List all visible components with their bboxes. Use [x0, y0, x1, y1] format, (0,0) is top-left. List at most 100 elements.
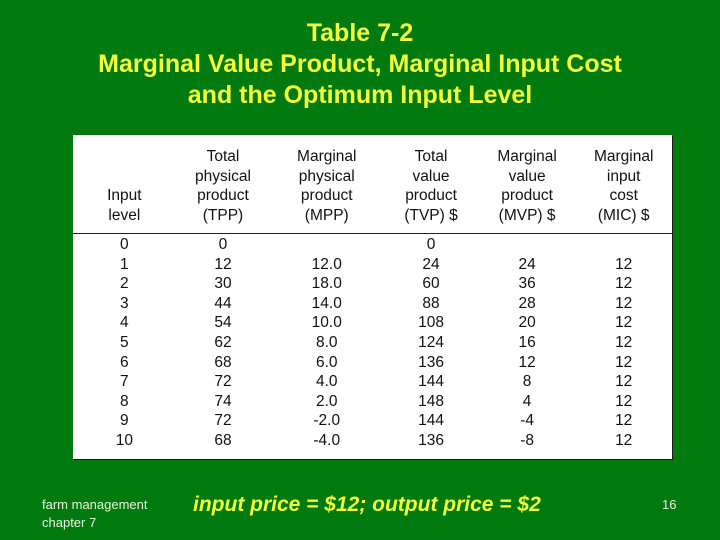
cell-tpp: 62: [214, 333, 232, 351]
cell-tvp: 136: [418, 353, 444, 371]
cell-mpp: [270, 234, 383, 255]
table-row: 6 68 6.0 136 12 12: [73, 353, 672, 373]
cell-mpp: 14.0: [311, 294, 342, 312]
table-row: 4 54 10.0 108 20 12: [73, 313, 672, 333]
table-row: 8 74 2.0 148 4 12: [73, 392, 672, 412]
cell-mpp: 8.0: [315, 333, 338, 351]
cell-mpp: 10.0: [311, 314, 342, 332]
cell-input-level: 2: [120, 275, 129, 293]
header-line: Total: [414, 148, 448, 165]
title-line-3: and the Optimum Input Level: [187, 81, 533, 109]
cell-tpp: 30: [214, 275, 232, 293]
footer-line-2: chapter 7: [42, 515, 97, 530]
header-line: product: [501, 187, 553, 204]
cell-tvp: 144: [418, 373, 444, 391]
cell-tvp: 88: [422, 294, 440, 312]
table-header: Input level Total physical product (TPP) Margi…: [73, 147, 672, 234]
header-line: product: [405, 187, 457, 204]
header-line: physical: [298, 167, 355, 185]
cell-tvp: 144: [418, 412, 444, 430]
header-line: level: [108, 206, 141, 224]
header-line: (TPP): [202, 206, 244, 224]
table-row: 9 72 -2.0 144 -4 12: [73, 411, 672, 431]
cell-input-level: 4: [120, 314, 129, 332]
cell-mvp: -4: [520, 412, 534, 430]
cell-mvp: -8: [520, 431, 534, 449]
header-line: input: [606, 167, 641, 185]
cell-mvp: 12: [518, 353, 536, 371]
cell-tvp: 136: [418, 431, 444, 449]
table-row: 5 62 8.0 124 16 12: [73, 333, 672, 353]
cell-mpp: 18.0: [311, 275, 342, 293]
cell-mic: 12: [615, 412, 633, 430]
cell-tvp: 60: [422, 275, 440, 293]
cell-tpp: 72: [214, 412, 232, 430]
cell-tpp: 54: [214, 314, 232, 332]
header-line: (MVP) $: [498, 206, 556, 224]
cell-input-level: 1: [120, 255, 129, 273]
cell-mvp: [479, 234, 576, 255]
cell-mvp: 8: [522, 373, 532, 391]
cell-tvp: 108: [418, 314, 444, 332]
cell-tpp: 12: [214, 255, 232, 273]
table-row: 3 44 14.0 88 28 12: [73, 294, 672, 314]
header-tpp: Total physical product (TPP): [175, 147, 271, 234]
header-line: product: [197, 187, 249, 204]
header-mvp: Marginal value product (MVP) $: [478, 147, 576, 234]
cell-mic: [575, 234, 672, 255]
header-line: (MPP): [304, 206, 349, 224]
cell-mpp: 6.0: [315, 353, 338, 371]
cell-mic: 12: [615, 333, 633, 351]
cell-tpp: 0: [218, 236, 228, 253]
table-row: 2 30 18.0 60 36 12: [73, 274, 672, 294]
header-line: physical: [194, 167, 251, 185]
header-line: [73, 167, 176, 187]
header-line: Marginal: [497, 148, 557, 165]
cell-tpp: 44: [214, 294, 232, 312]
cell-input-level: 6: [120, 353, 129, 371]
cell-tvp: 148: [418, 392, 444, 410]
header-line: Marginal: [297, 148, 357, 165]
cell-input-level: 9: [120, 412, 129, 430]
cell-tvp: 24: [422, 255, 440, 273]
cell-input-level: 3: [120, 294, 129, 312]
cell-mpp: -2.0: [313, 412, 341, 430]
table-row: 7 72 4.0 144 8 12: [73, 372, 672, 392]
cell-mic: 12: [615, 294, 633, 312]
header-row: Input level Total physical product (TPP) Margi…: [73, 147, 672, 234]
header-line: Input: [107, 187, 142, 204]
header-line: Total: [206, 148, 240, 165]
cell-mpp: -4.0: [313, 431, 341, 449]
header-mpp: Marginal physical product (MPP): [270, 147, 384, 234]
header-line: (MIC) $: [597, 206, 650, 224]
table-row: 10 68 -4.0 136 -8 12: [73, 431, 672, 451]
cell-mpp: 12.0: [311, 255, 342, 273]
title-line-2: Marginal Value Product, Marginal Input C…: [98, 50, 622, 78]
header-line: cost: [609, 187, 638, 204]
header-line: [73, 147, 176, 167]
header-line: Marginal: [593, 148, 654, 165]
header-line: value: [412, 167, 450, 185]
footer-course-label: farm management chapter 7: [42, 496, 148, 532]
table-panel: Input level Total physical product (TPP) Margi…: [73, 135, 672, 459]
cell-tpp: 68: [214, 431, 232, 449]
page-number: 16: [662, 497, 677, 512]
data-table: Input level Total physical product (TPP) Margi…: [73, 147, 672, 451]
table-body: 00 0 1 12 12.0 24 24 12 2 30 18.0 60 36 12 3 44 14.0 88…: [73, 234, 672, 451]
cell-mic: 12: [615, 314, 633, 332]
cell-mic: 12: [615, 275, 633, 293]
cell-mic: 12: [615, 373, 633, 391]
header-mic: Marginal input cost (MIC) $: [575, 147, 672, 234]
cell-input-level: 0: [120, 236, 129, 253]
cell-tvp: 124: [418, 333, 444, 351]
header-input-level: Input level: [73, 147, 176, 234]
cell-mvp: 4: [522, 392, 532, 410]
cell-input-level: 5: [120, 333, 129, 351]
cell-input-level: 8: [120, 392, 129, 410]
header-line: (TVP) $: [404, 206, 458, 224]
cell-mic: 12: [615, 392, 633, 410]
table-row: 0 0 0: [73, 234, 672, 255]
header-line: value: [508, 167, 546, 185]
cell-input-level: 10: [115, 431, 133, 449]
cell-tpp: 72: [214, 373, 232, 391]
